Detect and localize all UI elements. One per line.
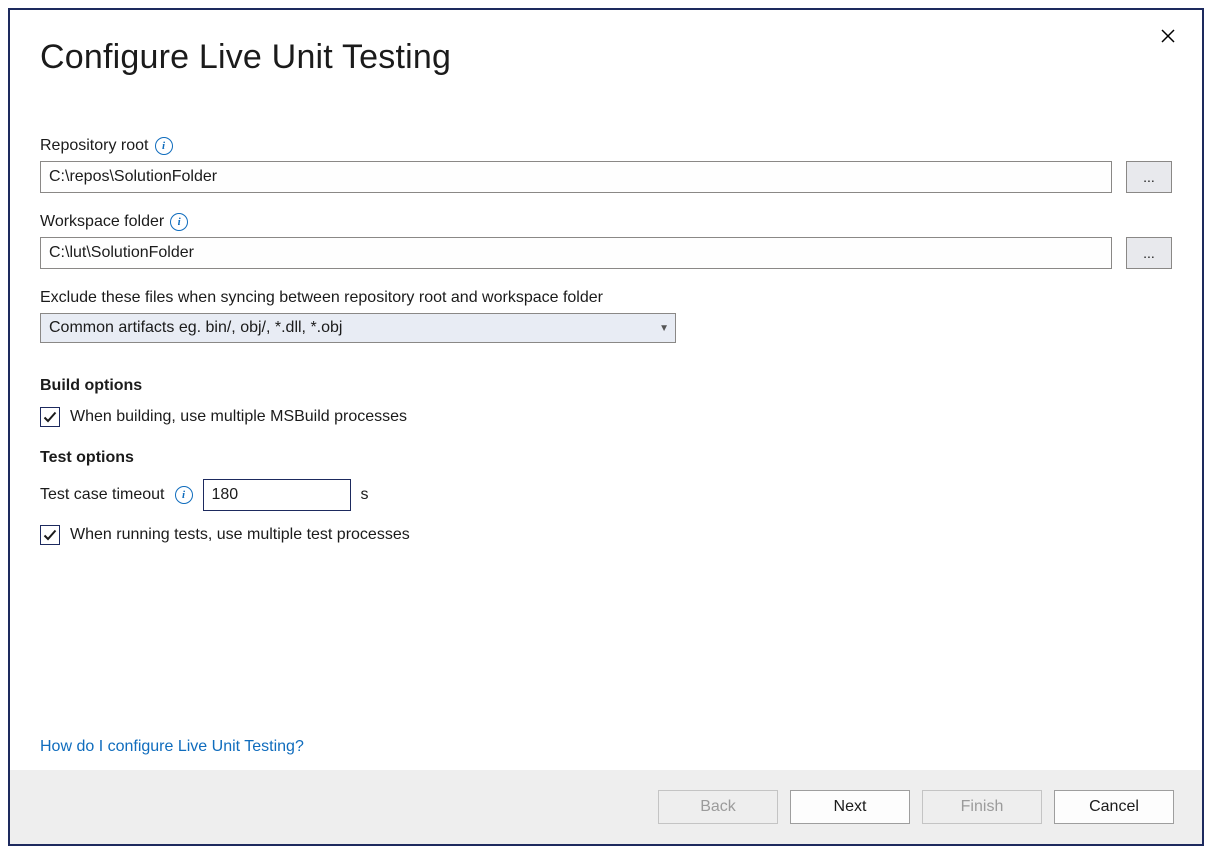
workspace-label: Workspace folder [40, 213, 164, 231]
info-icon[interactable]: i [170, 213, 188, 231]
test-timeout-label: Test case timeout [40, 486, 165, 504]
repo-root-label: Repository root [40, 137, 149, 155]
info-icon[interactable]: i [175, 486, 193, 504]
test-multi-process-label: When running tests, use multiple test pr… [70, 526, 410, 544]
workspace-input[interactable] [40, 237, 1112, 269]
test-timeout-input[interactable] [203, 479, 351, 511]
exclude-combobox[interactable]: Common artifacts eg. bin/, obj/, *.dll, … [40, 313, 676, 343]
repo-root-row: ... [40, 161, 1172, 193]
back-button[interactable]: Back [658, 790, 778, 824]
dialog-title: Configure Live Unit Testing [40, 38, 1172, 77]
chevron-down-icon: ▼ [659, 323, 669, 334]
exclude-selected-value: Common artifacts eg. bin/, obj/, *.dll, … [49, 319, 342, 337]
exclude-label: Exclude these files when syncing between… [40, 289, 1172, 307]
repo-root-browse-button[interactable]: ... [1126, 161, 1172, 193]
build-multi-msbuild-label: When building, use multiple MSBuild proc… [70, 408, 407, 426]
close-icon[interactable] [1154, 22, 1182, 50]
test-timeout-row: Test case timeout i s [40, 479, 1172, 511]
workspace-label-row: Workspace folder i [40, 213, 1172, 231]
cancel-button[interactable]: Cancel [1054, 790, 1174, 824]
finish-button[interactable]: Finish [922, 790, 1042, 824]
workspace-row: ... [40, 237, 1172, 269]
build-multi-msbuild-checkbox[interactable] [40, 407, 60, 427]
test-options-header: Test options [40, 449, 1172, 467]
test-multi-process-checkbox[interactable] [40, 525, 60, 545]
repo-root-label-row: Repository root i [40, 137, 1172, 155]
test-timeout-unit: s [361, 486, 369, 504]
build-options-header: Build options [40, 377, 1172, 395]
build-multi-msbuild-row: When building, use multiple MSBuild proc… [40, 407, 1172, 427]
info-icon[interactable]: i [155, 137, 173, 155]
exclude-section: Exclude these files when syncing between… [40, 289, 1172, 343]
help-link[interactable]: How do I configure Live Unit Testing? [40, 738, 304, 756]
configure-lut-dialog: Configure Live Unit Testing Repository r… [8, 8, 1204, 846]
next-button[interactable]: Next [790, 790, 910, 824]
test-multi-process-row: When running tests, use multiple test pr… [40, 525, 1172, 545]
repo-root-input[interactable] [40, 161, 1112, 193]
workspace-browse-button[interactable]: ... [1126, 237, 1172, 269]
dialog-content: Configure Live Unit Testing Repository r… [10, 10, 1202, 770]
wizard-footer: Back Next Finish Cancel [10, 770, 1202, 844]
